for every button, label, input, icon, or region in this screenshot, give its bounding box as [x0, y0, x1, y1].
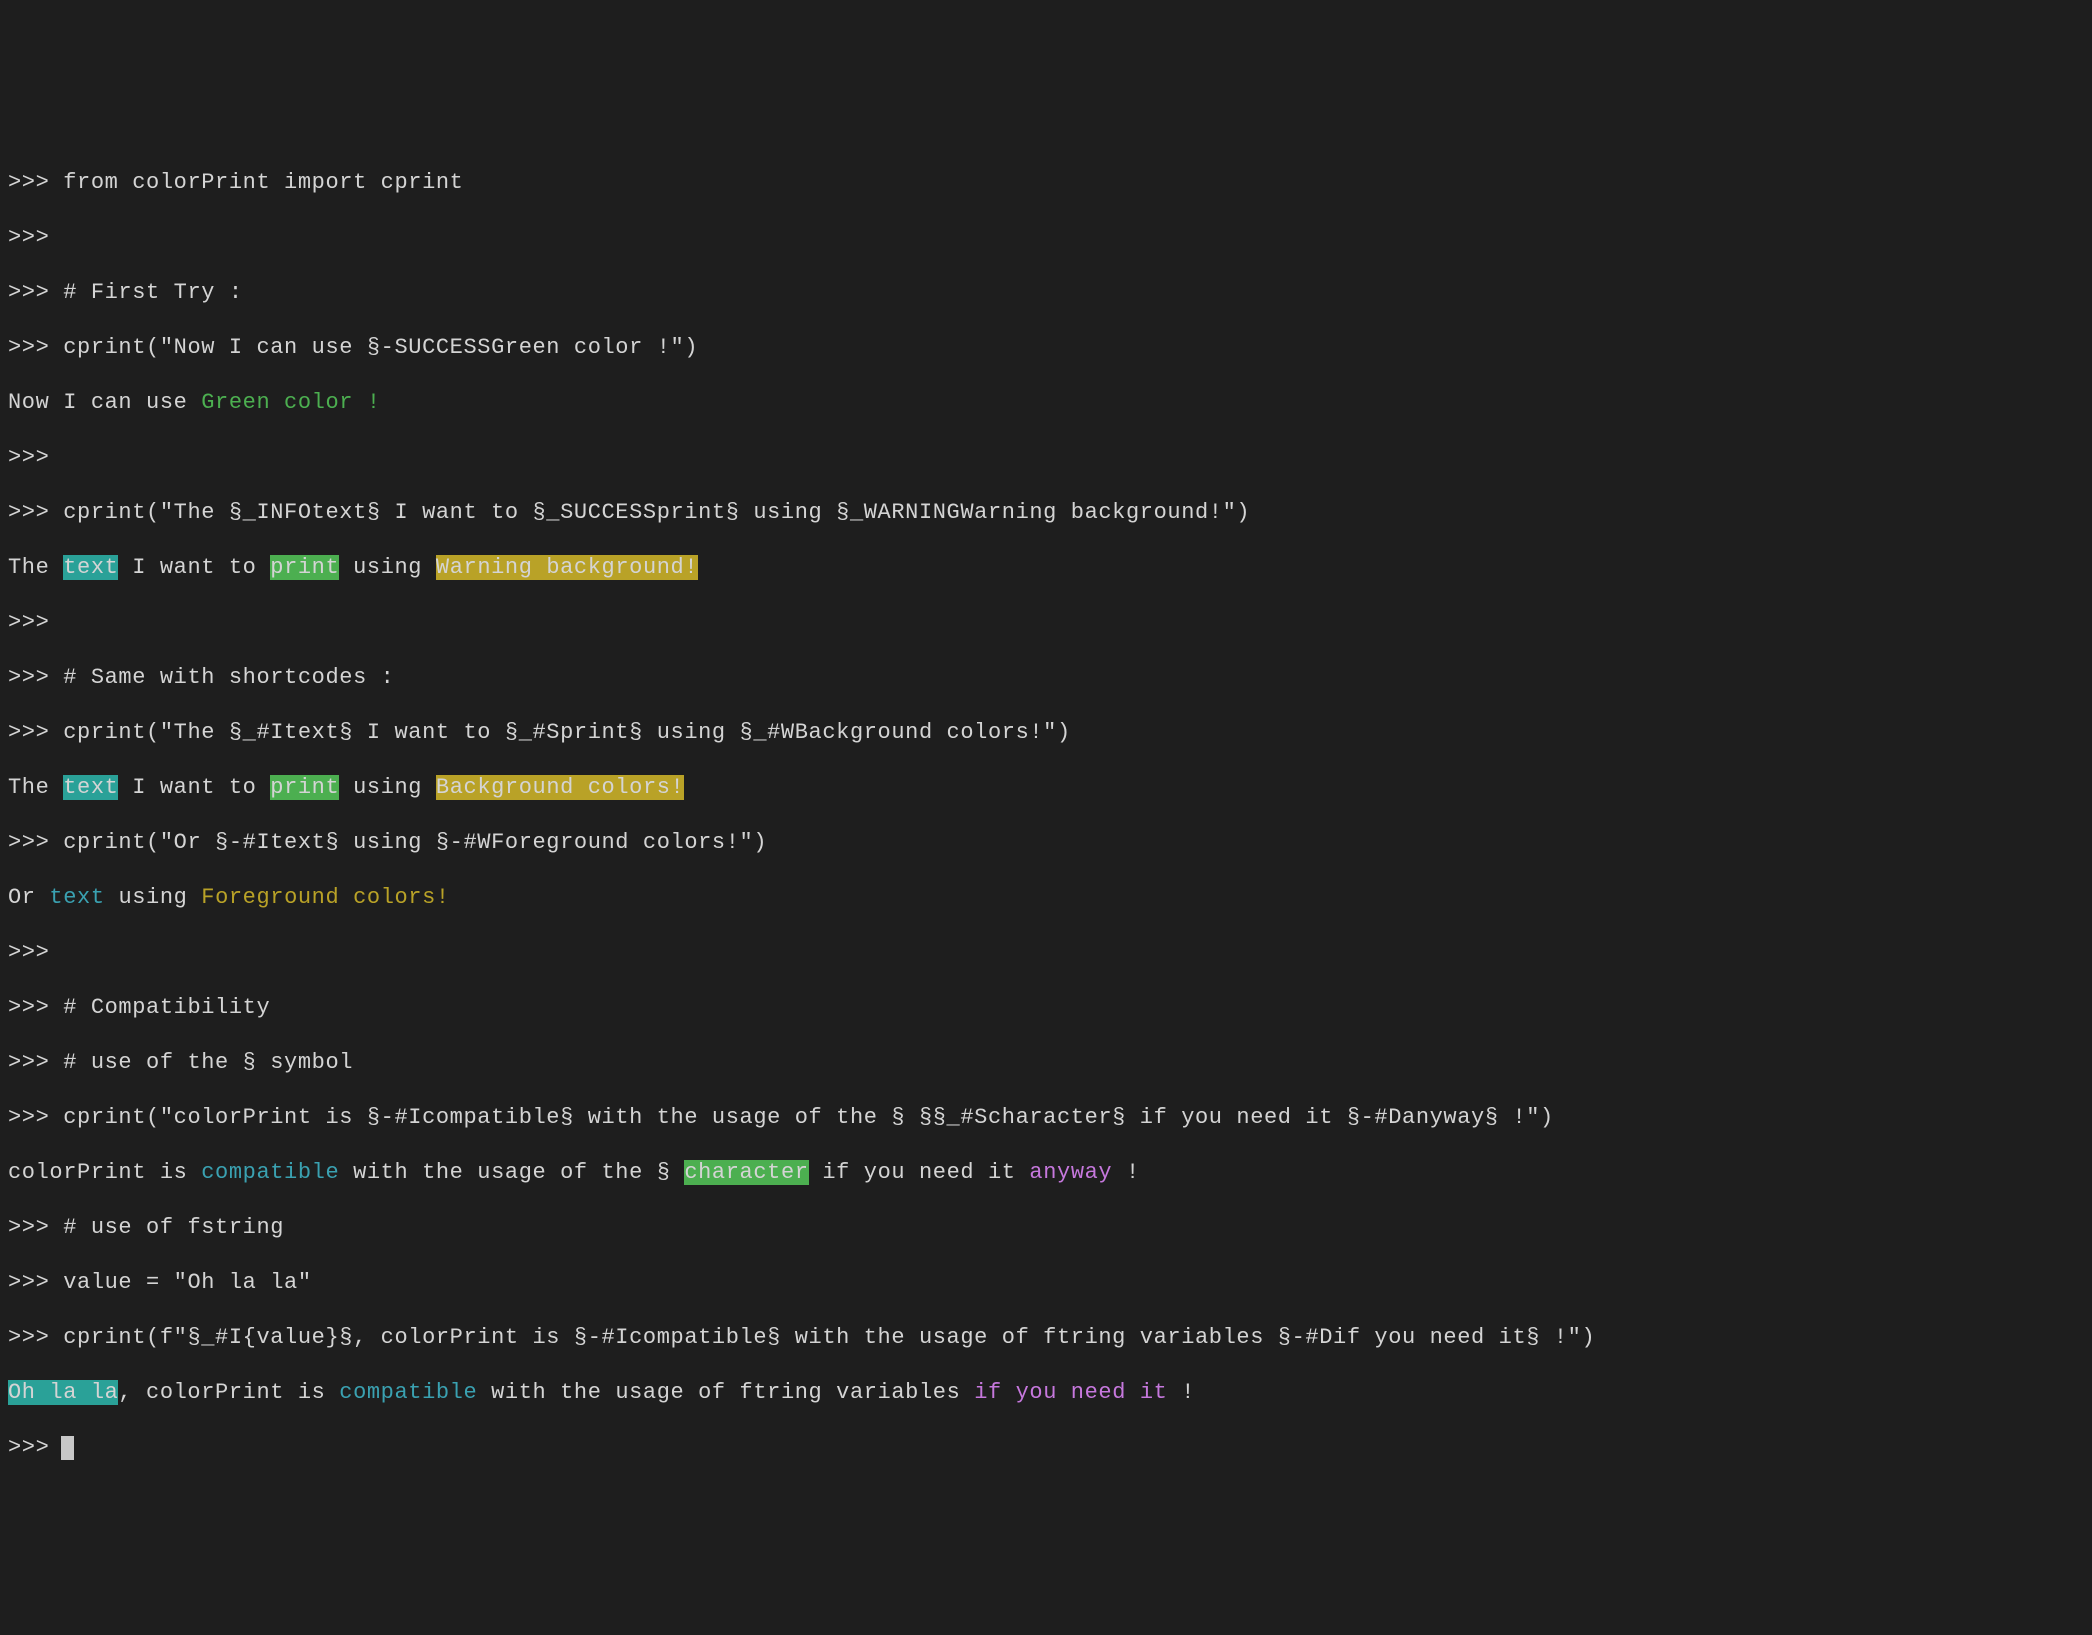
code-text: cprint("Or §-#Itext§ using §-#WForegroun… [63, 830, 767, 855]
code-text: cprint("Now I can use §-SUCCESSGreen col… [63, 335, 698, 360]
comment-text: # Same with shortcodes : [63, 665, 394, 690]
output-bg-success: print [270, 555, 339, 580]
output-text: ! [1112, 1160, 1140, 1185]
output-bg-success: print [270, 775, 339, 800]
output-fg-danger: if you need it [974, 1380, 1167, 1405]
output-text: colorPrint is [8, 1160, 201, 1185]
terminal[interactable]: >>> from colorPrint import cprint >>> >>… [0, 138, 2092, 1498]
output-bg-warn: Warning background! [436, 555, 698, 580]
code-text: cprint("colorPrint is §-#Icompatible§ wi… [63, 1105, 1554, 1130]
output-line: Or text using Foreground colors! [8, 884, 2084, 912]
output-text: using [339, 775, 436, 800]
empty-prompt-line: >>> [8, 224, 2084, 252]
output-line: Now I can use Green color ! [8, 389, 2084, 417]
output-text: , colorPrint is [118, 1380, 339, 1405]
output-bg-info: text [63, 555, 118, 580]
comment-text: # Compatibility [63, 995, 270, 1020]
output-fg-info: compatible [201, 1160, 339, 1185]
prompt: >>> [8, 1325, 63, 1350]
output-text: I want to [118, 775, 270, 800]
input-line: >>> # use of the § symbol [8, 1049, 2084, 1077]
output-bg-success: character [684, 1160, 808, 1185]
input-line: >>> # Compatibility [8, 994, 2084, 1022]
prompt: >>> [8, 280, 63, 305]
prompt: >>> [8, 1215, 63, 1240]
output-text: Or [8, 885, 49, 910]
code-text: value = "Oh la la" [63, 1270, 311, 1295]
input-line: >>> value = "Oh la la" [8, 1269, 2084, 1297]
input-line: >>> # First Try : [8, 279, 2084, 307]
output-fg-danger: anyway [1029, 1160, 1112, 1185]
input-line: >>> # use of fstring [8, 1214, 2084, 1242]
empty-prompt-line: >>> [8, 939, 2084, 967]
prompt: >>> [8, 1050, 63, 1075]
output-line: colorPrint is compatible with the usage … [8, 1159, 2084, 1187]
prompt: >>> [8, 720, 63, 745]
input-line: >>> cprint("The §_#Itext§ I want to §_#S… [8, 719, 2084, 747]
prompt: >>> [8, 995, 63, 1020]
prompt: >>> [8, 665, 63, 690]
comment-text: # First Try : [63, 280, 242, 305]
prompt: >>> [8, 1270, 63, 1295]
input-line: >>> cprint("Now I can use §-SUCCESSGreen… [8, 334, 2084, 362]
prompt: >>> [8, 1105, 63, 1130]
output-text: ! [1167, 1380, 1195, 1405]
prompt: >>> [8, 335, 63, 360]
input-line: >>> from colorPrint import cprint [8, 169, 2084, 197]
output-line: The text I want to print using Warning b… [8, 554, 2084, 582]
comment-text: # use of fstring [63, 1215, 284, 1240]
prompt: >>> [8, 1435, 63, 1460]
empty-prompt-line: >>> [8, 444, 2084, 472]
cursor [61, 1436, 74, 1460]
output-line: Oh la la, colorPrint is compatible with … [8, 1379, 2084, 1407]
comment-text: # use of the § symbol [63, 1050, 353, 1075]
input-line: >>> cprint("colorPrint is §-#Icompatible… [8, 1104, 2084, 1132]
code-text: cprint("The §_#Itext§ I want to §_#Sprin… [63, 720, 1071, 745]
output-line: The text I want to print using Backgroun… [8, 774, 2084, 802]
code-text: cprint(f"§_#I{value}§, colorPrint is §-#… [63, 1325, 1595, 1350]
output-text: Now I can use [8, 390, 201, 415]
empty-prompt-line: >>> [8, 609, 2084, 637]
output-bg-warn: Background colors! [436, 775, 684, 800]
prompt: >>> [8, 225, 49, 250]
output-text: The [8, 775, 63, 800]
output-text: using [339, 555, 436, 580]
code-text: from colorPrint import cprint [63, 170, 463, 195]
prompt: >>> [8, 610, 49, 635]
output-fg-info: compatible [339, 1380, 477, 1405]
prompt: >>> [8, 445, 49, 470]
prompt: >>> [8, 500, 63, 525]
input-line: >>> cprint("Or §-#Itext§ using §-#WForeg… [8, 829, 2084, 857]
prompt: >>> [8, 830, 63, 855]
output-text: using [105, 885, 202, 910]
output-green-text: Green color ! [201, 390, 380, 415]
prompt: >>> [8, 940, 49, 965]
output-text: I want to [118, 555, 270, 580]
output-text: if you need it [809, 1160, 1030, 1185]
input-line: >>> cprint("The §_INFOtext§ I want to §_… [8, 499, 2084, 527]
code-text: cprint("The §_INFOtext§ I want to §_SUCC… [63, 500, 1250, 525]
output-bg-info: Oh la la [8, 1380, 118, 1405]
output-bg-info: text [63, 775, 118, 800]
prompt: >>> [8, 170, 63, 195]
output-fg-warn: Foreground colors! [201, 885, 449, 910]
output-text: with the usage of the § [339, 1160, 684, 1185]
output-fg-info: text [49, 885, 104, 910]
current-input-line[interactable]: >>> [8, 1434, 2084, 1462]
output-text: The [8, 555, 63, 580]
input-line: >>> # Same with shortcodes : [8, 664, 2084, 692]
input-line: >>> cprint(f"§_#I{value}§, colorPrint is… [8, 1324, 2084, 1352]
output-text: with the usage of ftring variables [477, 1380, 974, 1405]
